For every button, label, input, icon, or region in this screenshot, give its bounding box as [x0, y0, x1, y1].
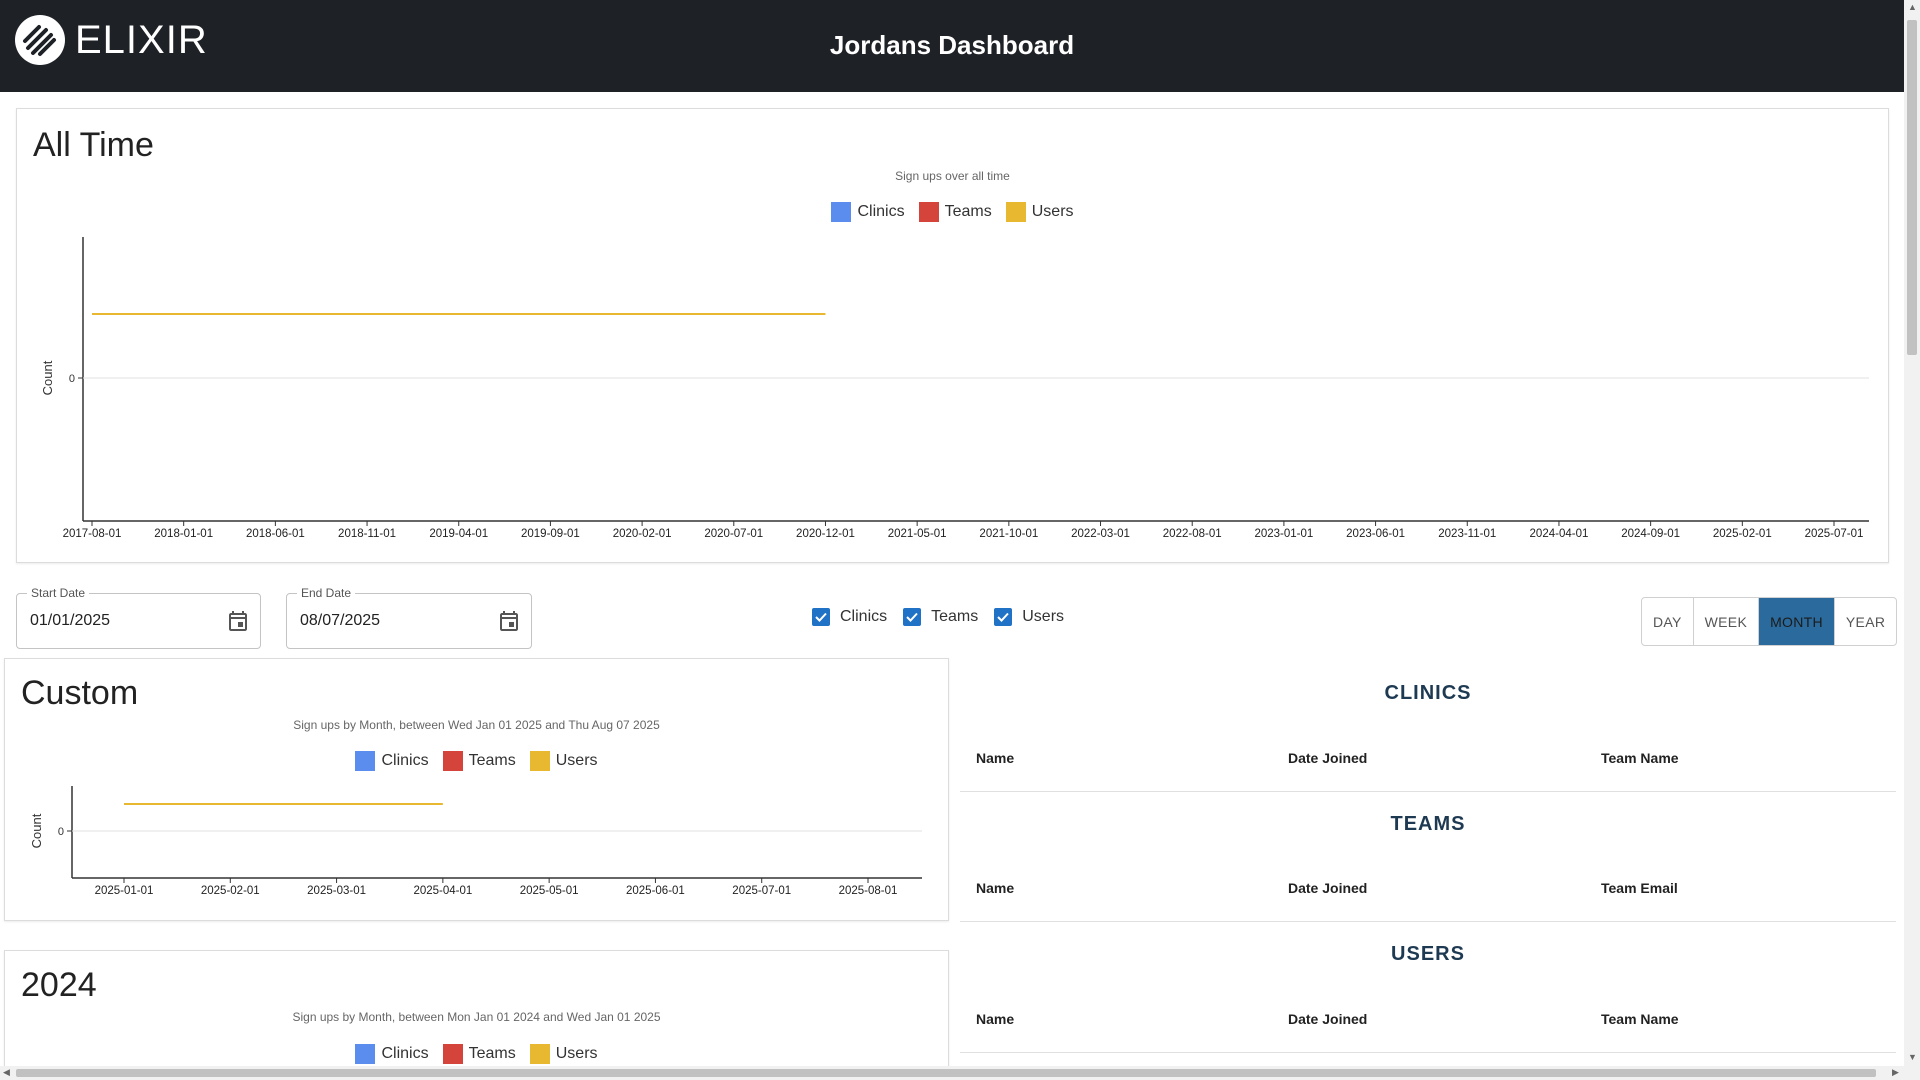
- horizontal-scrollbar[interactable]: ◀ ▶: [0, 1066, 1904, 1080]
- x-tick-label: 2020-02-01: [613, 528, 672, 540]
- x-tick-label: 2025-08-01: [839, 885, 898, 897]
- clinics-table-header: Name Date Joined Team Name: [960, 750, 1896, 792]
- checkbox-users[interactable]: Users: [994, 608, 1064, 626]
- teams-table-header: Name Date Joined Team Email: [960, 880, 1896, 922]
- checkbox-label: Teams: [931, 608, 979, 625]
- column-header-date-joined[interactable]: Date Joined: [1288, 880, 1367, 896]
- x-tick-label: 2025-06-01: [626, 885, 685, 897]
- checkbox-checked-icon[interactable]: [994, 608, 1013, 626]
- toggle-month[interactable]: MONTH: [1759, 598, 1835, 645]
- column-header-team-name[interactable]: Team Name: [1601, 750, 1679, 766]
- column-header-team-email[interactable]: Team Email: [1601, 880, 1678, 896]
- checkbox-label: Users: [1022, 608, 1065, 625]
- start-date-label: Start Date: [27, 585, 90, 601]
- clinics-swatch: [355, 1044, 376, 1064]
- y-tick-label: 0: [58, 826, 64, 838]
- x-tick-label: 2017-08-01: [63, 528, 122, 540]
- end-date-field[interactable]: End Date 08/07/2025: [286, 585, 532, 649]
- calendar-icon[interactable]: [226, 609, 250, 633]
- start-date-value[interactable]: 01/01/2025: [30, 611, 110, 631]
- teams-swatch: [442, 1044, 463, 1064]
- scroll-left-arrow-icon[interactable]: ◀: [3, 1067, 10, 1078]
- x-tick-label: 2025-07-01: [732, 885, 791, 897]
- x-tick-label: 2023-06-01: [1346, 528, 1405, 540]
- x-tick-label: 2021-10-01: [979, 528, 1038, 540]
- page-title: Jordans Dashboard: [829, 30, 1075, 60]
- custom-card: Custom Sign ups by Month, between Wed Ja…: [4, 658, 949, 921]
- custom-chart: 0 Count 2025-01-01 2025-02-01 2025-03-01 2025…: [29, 786, 922, 897]
- start-date-field[interactable]: Start Date 01/01/2025: [16, 585, 261, 649]
- year-2024-card: 2024 Sign ups by Month, between Mon Jan …: [4, 950, 949, 1080]
- checkbox-label: Clinics: [840, 608, 888, 625]
- legend-label: Teams: [468, 1045, 516, 1062]
- vertical-scroll-thumb[interactable]: [1907, 20, 1917, 355]
- legend-item-teams[interactable]: Teams: [442, 1044, 516, 1064]
- x-tick-label: 2025-03-01: [307, 885, 366, 897]
- x-tick-label: 2025-07-01: [1805, 528, 1864, 540]
- users-swatch: [529, 1044, 550, 1064]
- column-header-date-joined[interactable]: Date Joined: [1288, 1011, 1367, 1027]
- x-tick-label: 2024-04-01: [1530, 528, 1589, 540]
- x-tick-label: 2018-06-01: [246, 528, 305, 540]
- scrollbar-corner: [1904, 1066, 1920, 1080]
- legend-label: Clinics: [381, 1045, 429, 1062]
- checkbox-clinics[interactable]: Clinics: [812, 608, 887, 626]
- toggle-year[interactable]: YEAR: [1835, 598, 1896, 645]
- column-header-name[interactable]: Name: [976, 1011, 1014, 1027]
- x-tick-label: 2021-05-01: [888, 528, 947, 540]
- clinics-section-title: CLINICS: [1384, 682, 1472, 704]
- year-2024-chart-subtitle: Sign ups by Month, between Mon Jan 01 20…: [292, 1010, 661, 1024]
- x-tick-label: 2023-01-01: [1254, 528, 1313, 540]
- scroll-right-arrow-icon[interactable]: ▶: [1892, 1067, 1899, 1078]
- x-tick-label: 2018-11-01: [338, 528, 396, 540]
- x-tick-label: 2019-09-01: [521, 528, 580, 540]
- all-time-card: All Time Sign ups over all time Clinics …: [16, 108, 1889, 563]
- x-tick-label: 2019-04-01: [429, 528, 488, 540]
- x-tick-label: 2023-11-01: [1438, 528, 1496, 540]
- users-section-title: USERS: [1391, 943, 1465, 965]
- toggle-week[interactable]: WEEK: [1694, 598, 1760, 645]
- vertical-scrollbar[interactable]: ▲ ▼: [1904, 0, 1920, 1066]
- x-tick-label: 2025-02-01: [201, 885, 260, 897]
- column-header-name[interactable]: Name: [976, 880, 1014, 896]
- x-tick-label: 2022-08-01: [1163, 528, 1222, 540]
- scroll-up-arrow-icon[interactable]: ▲: [1908, 2, 1917, 12]
- y-axis-label: Count: [40, 360, 55, 395]
- x-tick-label: 2024-09-01: [1621, 528, 1680, 540]
- x-tick-label: 2018-01-01: [154, 528, 213, 540]
- x-tick-label: 2020-12-01: [796, 528, 855, 540]
- top-bar: ELIXIR Jordans Dashboard: [0, 0, 1904, 92]
- checkbox-checked-icon[interactable]: [812, 608, 830, 626]
- x-tick-label: 2025-01-01: [95, 885, 154, 897]
- granularity-toggle-group: DAY WEEK MONTH YEAR: [1641, 597, 1898, 646]
- legend-item-users[interactable]: Users: [529, 1044, 598, 1064]
- year-2024-title: 2024: [21, 966, 97, 1004]
- horizontal-scroll-thumb[interactable]: [16, 1069, 1876, 1077]
- series-checkboxes: Clinics Teams Users: [812, 608, 1064, 626]
- x-tick-label: 2020-07-01: [704, 528, 763, 540]
- all-time-chart: 0 Count 2017-08-01 2018-01-01 2018-06-01 2018…: [40, 237, 1869, 540]
- year-2024-legend: Clinics Teams Users: [5, 1044, 948, 1064]
- x-tick-label: 2025-05-01: [520, 885, 579, 897]
- users-table-header: Name Date Joined Team Name: [960, 1011, 1896, 1053]
- column-header-name[interactable]: Name: [976, 750, 1014, 766]
- scroll-down-arrow-icon[interactable]: ▼: [1908, 1052, 1917, 1062]
- y-tick-label: 0: [69, 373, 75, 385]
- x-tick-label: 2025-02-01: [1713, 528, 1772, 540]
- end-date-label: End Date: [297, 585, 356, 601]
- column-header-team-name[interactable]: Team Name: [1601, 1011, 1679, 1027]
- calendar-icon[interactable]: [497, 609, 521, 633]
- toggle-day[interactable]: DAY: [1642, 598, 1694, 645]
- x-tick-label: 2022-03-01: [1071, 528, 1130, 540]
- legend-item-clinics[interactable]: Clinics: [355, 1044, 429, 1064]
- x-tick-label: 2025-04-01: [413, 885, 472, 897]
- teams-section-title: TEAMS: [1390, 813, 1466, 835]
- checkbox-teams[interactable]: Teams: [903, 608, 978, 626]
- checkbox-checked-icon[interactable]: [903, 608, 922, 626]
- end-date-value[interactable]: 08/07/2025: [300, 611, 380, 631]
- y-axis-label: Count: [29, 813, 44, 848]
- column-header-date-joined[interactable]: Date Joined: [1288, 750, 1367, 766]
- legend-label: Users: [555, 1045, 598, 1062]
